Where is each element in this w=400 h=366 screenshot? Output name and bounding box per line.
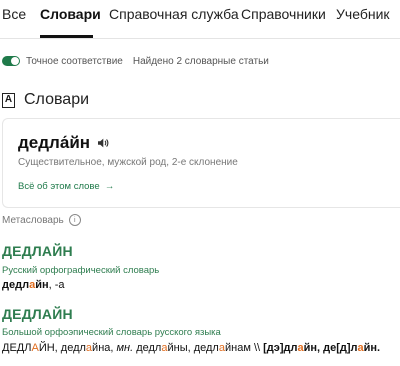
arrow-right-icon: → xyxy=(104,181,115,192)
entry-text-part: [дэ]дл xyxy=(263,342,298,354)
info-icon[interactable]: i xyxy=(68,214,81,226)
tab-help-service[interactable]: Справочная служба xyxy=(109,6,239,22)
entry-source: Русский орфографический словарь xyxy=(2,265,160,276)
found-count-text: Найдено 2 словарные статьи xyxy=(132,55,269,67)
top-tabs: Все Словари Справочная служба Справочник… xyxy=(0,0,400,39)
tab-dictionaries[interactable]: Словари xyxy=(40,6,101,22)
headword-part: йн xyxy=(69,133,91,152)
entry-text-part: дедл xyxy=(60,342,86,354)
entry-text-part: ЙН, xyxy=(38,342,61,354)
entry-headword[interactable]: ДЕДЛАЙН xyxy=(2,306,73,322)
entry-text-part: йн, де[д]л xyxy=(303,342,358,354)
all-about-word-link[interactable]: Всё об этом слове → xyxy=(18,181,114,192)
entry-headword[interactable]: ДЕДЛАЙН xyxy=(2,243,73,259)
word-card: дедла́йн Существительное, мужской род, 2… xyxy=(2,118,400,208)
entry-text-part: йна, xyxy=(92,342,117,354)
dictionary-icon: A xyxy=(2,92,15,108)
tab-textbook[interactable]: Учебник xyxy=(336,6,390,22)
all-about-word-label: Всё об этом слове xyxy=(18,181,100,192)
entry-text-part: дедл xyxy=(193,342,219,354)
entry-text-part: дедл xyxy=(2,279,30,291)
section-title: Словари xyxy=(24,91,90,108)
entry-text: дедлайн, -а xyxy=(2,279,65,291)
word-row: дедла́йн xyxy=(18,133,109,153)
entry-abbreviation: мн. xyxy=(116,342,134,354)
headword-stress: а́ xyxy=(59,133,70,152)
headword: дедла́йн xyxy=(18,133,90,153)
headword-part: дедл xyxy=(18,133,60,152)
entry-text-part: ДЕДЛ xyxy=(2,342,32,354)
toggle-knob xyxy=(11,57,19,65)
entry-text-part: , -а xyxy=(48,279,65,291)
tab-reference-books[interactable]: Справочники xyxy=(241,6,326,22)
section-header: A Словари xyxy=(2,90,89,110)
exact-match-label: Точное соответствие xyxy=(26,55,123,67)
entry-source: Большой орфоэпический словарь русского я… xyxy=(2,327,221,338)
entry-text-part: йнам \\ xyxy=(224,342,264,354)
tab-all[interactable]: Все xyxy=(2,6,26,22)
grammar-info: Существительное, мужской род, 2-е склоне… xyxy=(18,157,238,168)
speaker-icon[interactable] xyxy=(97,137,109,149)
filter-row: Точное соответствие Найдено 2 словарные … xyxy=(2,53,269,69)
metadictionary-label: Метасловарь xyxy=(2,214,64,226)
active-tab-indicator xyxy=(40,35,93,38)
metadictionary-header: Метасловарь i xyxy=(2,214,81,226)
entry-text: ДЕДЛАЙН, дедлайна, мн. дедлайны, дедлайн… xyxy=(2,342,380,354)
stress-letter: А xyxy=(31,342,39,354)
entry-text-part: йн. xyxy=(363,342,381,354)
entry-text-part: йн xyxy=(35,279,49,291)
entry-text-part: дедл xyxy=(133,342,162,354)
exact-match-toggle[interactable] xyxy=(2,56,20,66)
entry-text-part: йны, xyxy=(167,342,194,354)
